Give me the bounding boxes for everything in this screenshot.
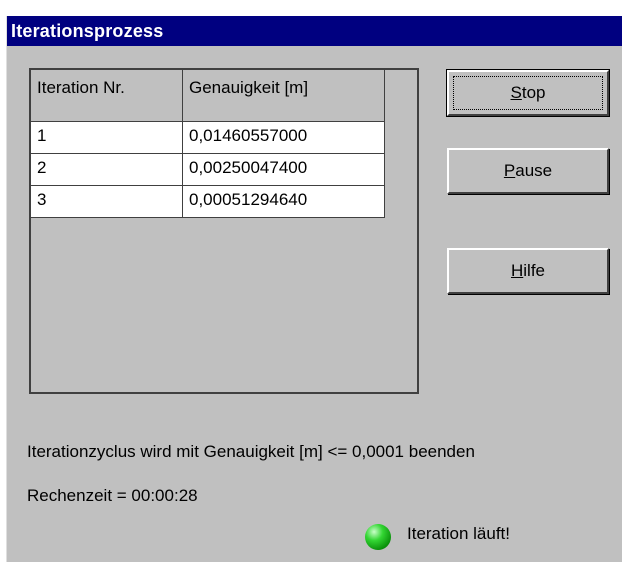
- column-header-iteration[interactable]: Iteration Nr.: [31, 70, 183, 122]
- green-led-icon: [365, 524, 391, 550]
- runtime-text: Rechenzeit = 00:00:28: [27, 486, 198, 505]
- iteration-number-cell: 2: [31, 154, 183, 186]
- help-mnemonic: H: [510, 261, 524, 280]
- table-row[interactable]: 3 0,00051294640: [31, 186, 385, 218]
- iteration-number-cell: 3: [31, 186, 183, 218]
- help-label-rest: ilfe: [523, 261, 545, 280]
- table-row[interactable]: 2 0,00250047400: [31, 154, 385, 186]
- help-button[interactable]: Hilfe: [447, 248, 609, 294]
- accuracy-cell: 0,00250047400: [183, 154, 385, 186]
- termination-criterion-text: Iterationzyclus wird mit Genauigkeit [m]…: [27, 442, 475, 461]
- iteration-number-cell: 1: [31, 122, 183, 154]
- list-body: 1 0,01460557000 2 0,00250047400 3 0,0005…: [31, 122, 385, 218]
- table-row[interactable]: 1 0,01460557000: [31, 122, 385, 154]
- iteration-list[interactable]: Iteration Nr. Genauigkeit [m] 1 0,014605…: [29, 68, 419, 394]
- accuracy-cell: 0,00051294640: [183, 186, 385, 218]
- pause-mnemonic: P: [503, 161, 516, 180]
- iteration-status-text: Iteration läuft!: [407, 524, 511, 543]
- pause-button-label: Pause: [504, 161, 552, 181]
- pause-label-rest: ause: [515, 161, 553, 180]
- title-bar[interactable]: Iterationsprozess: [7, 16, 622, 46]
- accuracy-cell: 0,01460557000: [183, 122, 385, 154]
- list-header: Iteration Nr. Genauigkeit [m]: [31, 70, 385, 122]
- focus-rectangle: [453, 76, 603, 110]
- help-button-label: Hilfe: [511, 261, 545, 281]
- column-header-accuracy[interactable]: Genauigkeit [m]: [183, 70, 385, 122]
- stop-button[interactable]: Stop: [446, 69, 610, 117]
- iteration-dialog: Iterationsprozess Iteration Nr. Genauigk…: [6, 16, 622, 562]
- window-title: Iterationsprozess: [11, 21, 164, 41]
- pause-button[interactable]: Pause: [447, 148, 609, 194]
